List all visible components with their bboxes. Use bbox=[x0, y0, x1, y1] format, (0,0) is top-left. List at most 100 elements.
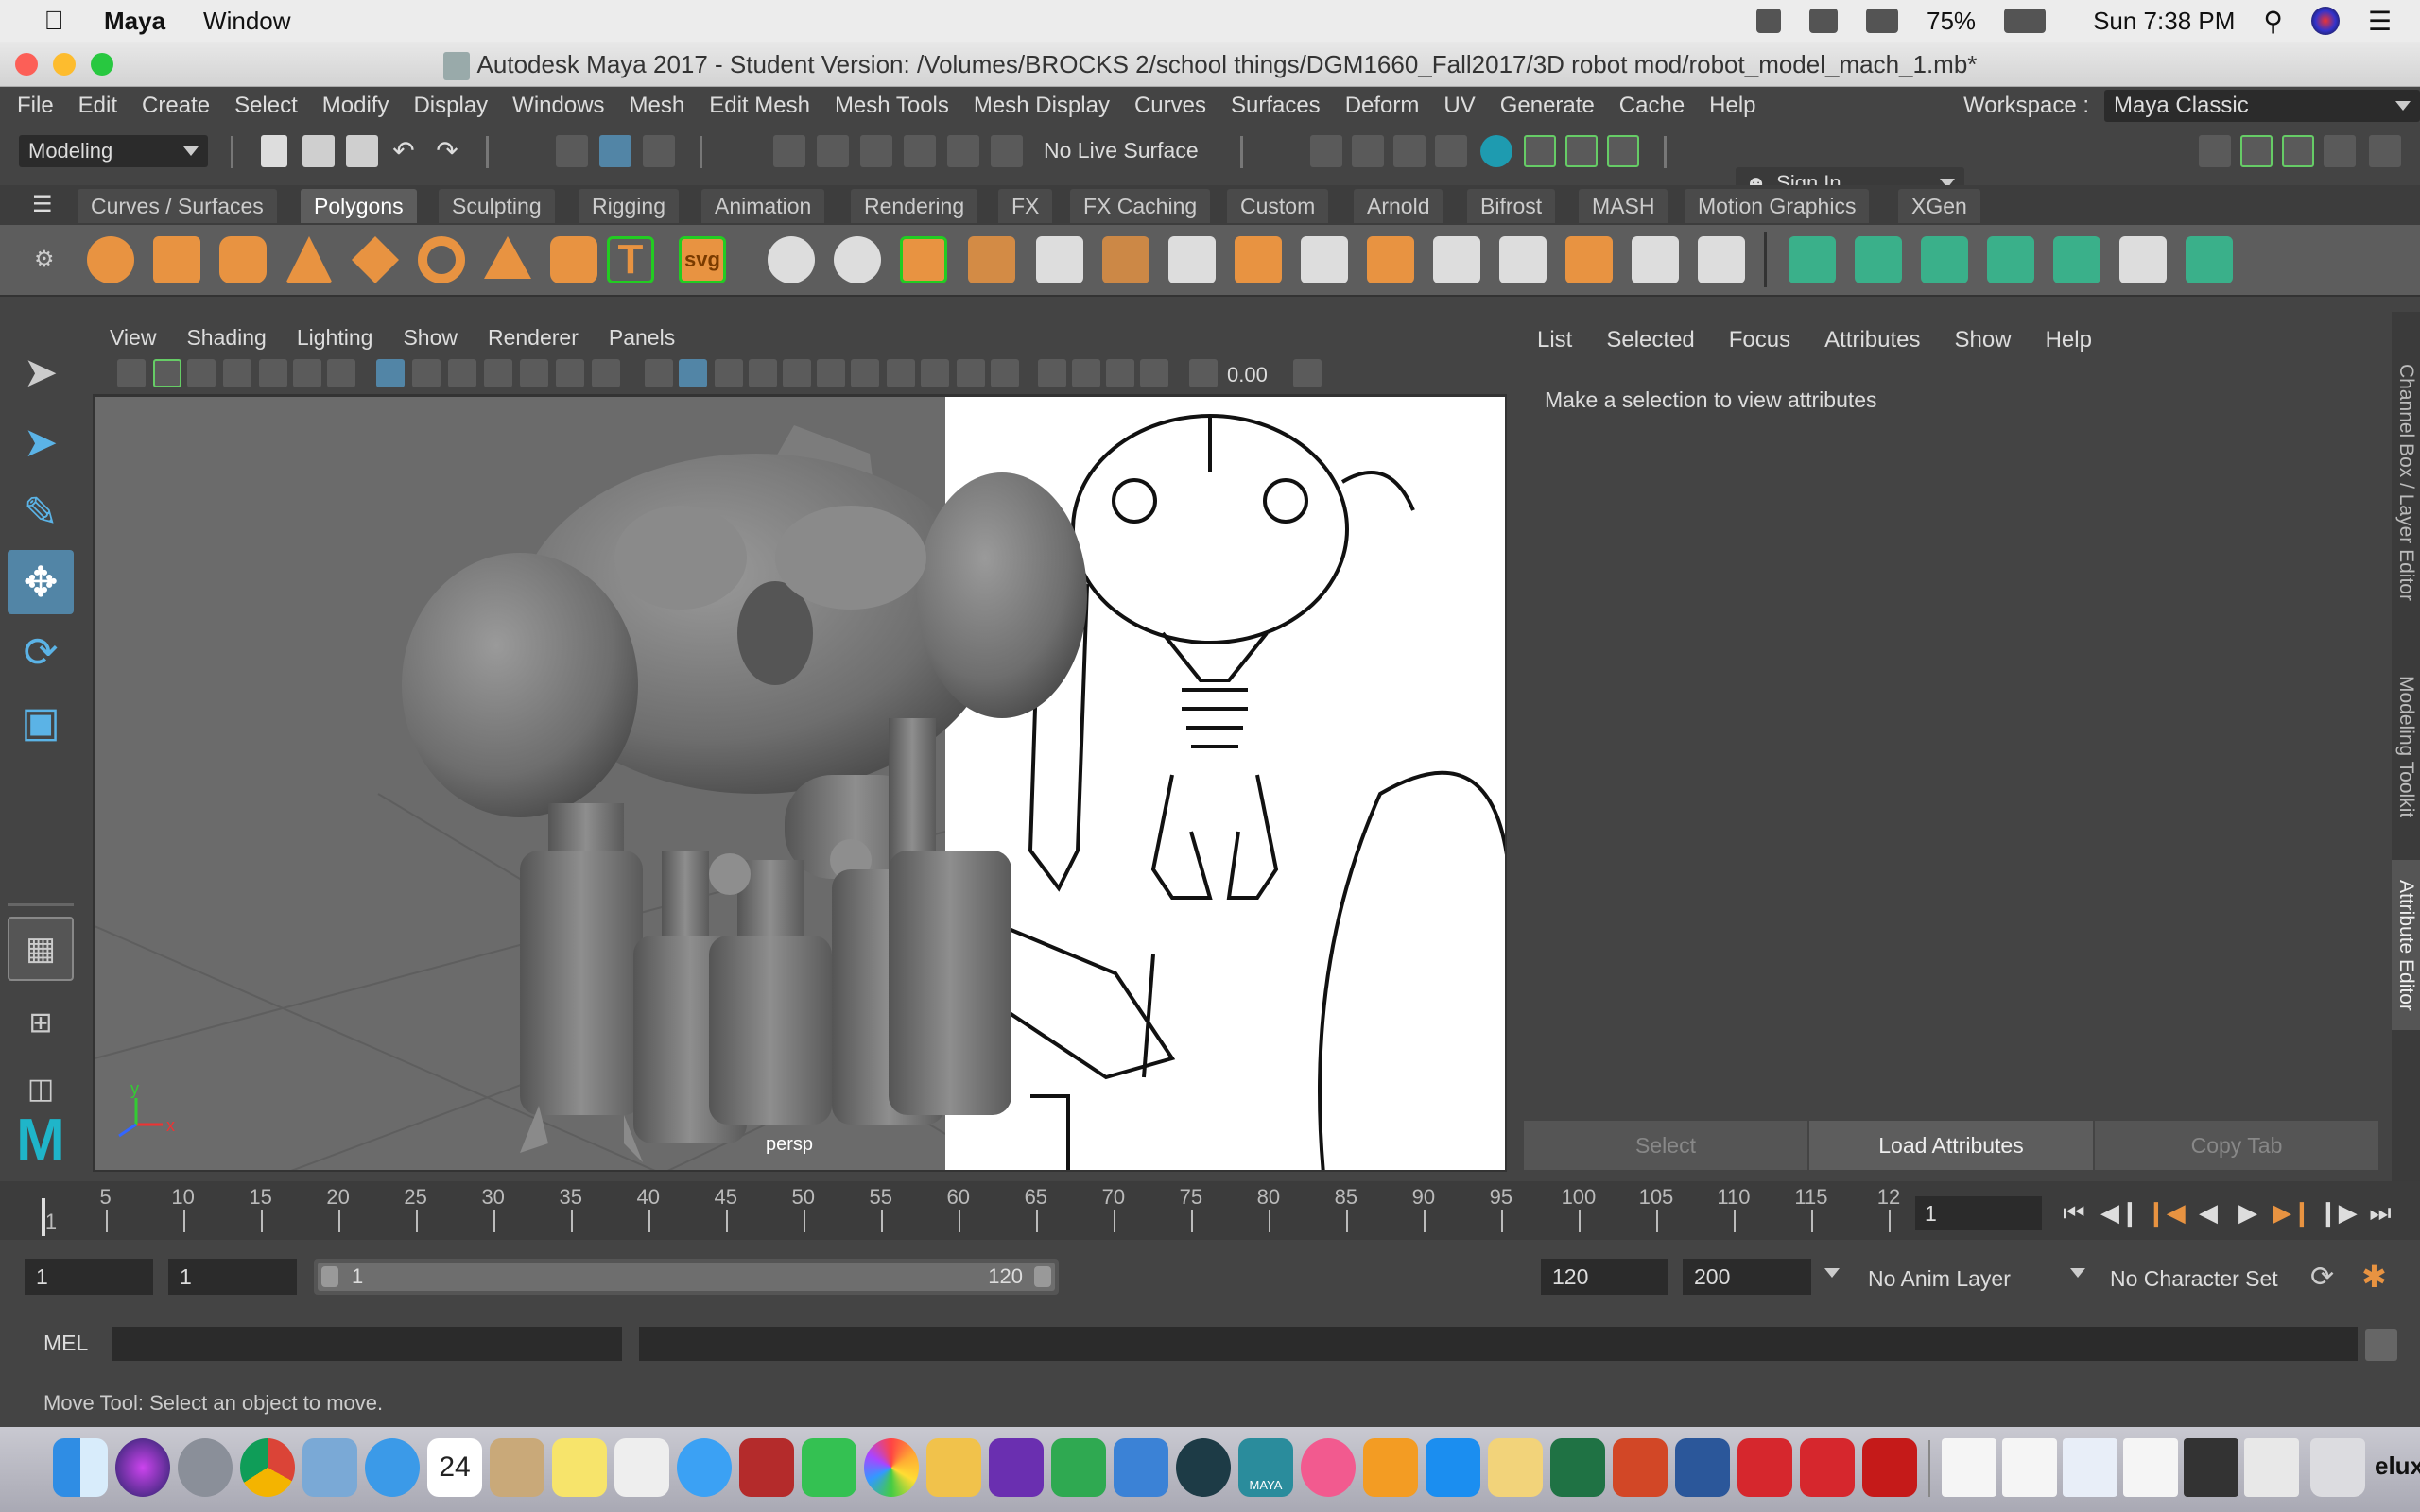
bookmark-icon[interactable] bbox=[223, 359, 251, 387]
poly-cylinder-icon[interactable] bbox=[219, 236, 267, 284]
select-camera-icon[interactable] bbox=[117, 359, 146, 387]
app-store-icon[interactable] bbox=[1426, 1438, 1480, 1497]
current-frame-field[interactable]: 1 bbox=[1915, 1196, 2042, 1230]
render-settings-icon[interactable] bbox=[1435, 135, 1467, 167]
snap-curve-icon[interactable] bbox=[817, 135, 849, 167]
play-forwards-icon[interactable]: ▶ bbox=[2231, 1196, 2265, 1228]
excel-icon[interactable] bbox=[1550, 1438, 1605, 1497]
ae-menu-list[interactable]: List bbox=[1537, 327, 1572, 353]
imovie-icon[interactable] bbox=[989, 1438, 1044, 1497]
append-icon[interactable] bbox=[1235, 236, 1282, 284]
reminders-icon[interactable] bbox=[614, 1438, 669, 1497]
new-scene-icon[interactable] bbox=[261, 135, 287, 167]
multi-cut-icon[interactable] bbox=[1367, 236, 1414, 284]
airplay-icon[interactable] bbox=[1866, 9, 1899, 33]
time-slider[interactable]: 1 5 10 15 20 25 30 35 40 45 50 55 60 65 70 75 80 85 90 95 10… bbox=[0, 1181, 2420, 1240]
poly-pipe-icon[interactable] bbox=[550, 236, 597, 284]
tab-rendering[interactable]: Rendering bbox=[851, 189, 978, 223]
viewport-menu-renderer[interactable]: Renderer bbox=[488, 325, 579, 351]
anim-layer-dropdown[interactable]: No Anim Layer bbox=[1868, 1266, 2011, 1292]
tab-rigging[interactable]: Rigging bbox=[579, 189, 679, 223]
tab-fx[interactable]: FX bbox=[998, 189, 1053, 223]
photo-booth-icon[interactable] bbox=[739, 1438, 794, 1497]
select-button[interactable]: Select bbox=[1524, 1121, 1809, 1170]
range-slider-bar[interactable]: 1 120 bbox=[314, 1259, 1059, 1295]
tab-sculpting[interactable]: Sculpting bbox=[439, 189, 555, 223]
image-plane-icon[interactable] bbox=[259, 359, 287, 387]
resolution-gate-icon[interactable] bbox=[448, 359, 476, 387]
play-backwards-icon[interactable]: ◀ bbox=[2191, 1196, 2225, 1228]
select-tool-icon[interactable]: ➤ bbox=[8, 340, 74, 404]
menu-help[interactable]: Help bbox=[1709, 93, 1755, 119]
gate-mask-icon[interactable] bbox=[484, 359, 512, 387]
ibooks-author-icon[interactable] bbox=[926, 1438, 981, 1497]
offset-edge-loop-icon[interactable] bbox=[1632, 236, 1679, 284]
use-all-lights-icon[interactable] bbox=[817, 359, 845, 387]
toggle-modeling-toolkit-icon[interactable] bbox=[1524, 135, 1556, 167]
screen-space-ao-icon[interactable] bbox=[887, 359, 915, 387]
unfold-uv-icon[interactable] bbox=[2186, 236, 2233, 284]
clock[interactable]: Sun 7:38 PM bbox=[2093, 7, 2235, 36]
snap-grid-icon[interactable] bbox=[773, 135, 805, 167]
menu-edit[interactable]: Edit bbox=[78, 93, 117, 119]
smooth-icon[interactable] bbox=[968, 236, 1015, 284]
exposure-value[interactable]: 0.00 bbox=[1227, 363, 1284, 387]
ipr-render-icon[interactable] bbox=[1393, 135, 1426, 167]
xray-icon[interactable] bbox=[1072, 359, 1100, 387]
move-tool-icon[interactable]: ✥ bbox=[8, 550, 74, 614]
tab-curves-surfaces[interactable]: Curves / Surfaces bbox=[78, 189, 277, 223]
menu-mesh[interactable]: Mesh bbox=[630, 93, 685, 119]
scale-tool-icon[interactable]: ▣ bbox=[8, 690, 74, 754]
auto-key-icon[interactable]: ⟳ bbox=[2310, 1261, 2334, 1294]
menu-generate[interactable]: Generate bbox=[1500, 93, 1595, 119]
range-handle-start[interactable] bbox=[321, 1266, 338, 1287]
tab-animation[interactable]: Animation bbox=[701, 189, 825, 223]
select-components-icon[interactable] bbox=[643, 135, 675, 167]
tab-modeling-toolkit[interactable]: Modeling Toolkit bbox=[2392, 652, 2420, 841]
hypershade-icon[interactable] bbox=[1480, 135, 1512, 167]
minimized-window-4[interactable] bbox=[2123, 1438, 2178, 1497]
viewport-menu-panels[interactable]: Panels bbox=[609, 325, 675, 351]
current-time-indicator[interactable] bbox=[42, 1198, 45, 1236]
select-hierarchy-icon[interactable] bbox=[556, 135, 588, 167]
contacts-icon[interactable] bbox=[490, 1438, 544, 1497]
powerpoint-icon[interactable] bbox=[1613, 1438, 1668, 1497]
undo-icon[interactable]: ↶ bbox=[388, 135, 420, 167]
minimized-window-3[interactable] bbox=[2063, 1438, 2118, 1497]
animation-start-field[interactable]: 1 bbox=[25, 1259, 153, 1295]
wireframe-icon[interactable] bbox=[645, 359, 673, 387]
menu-surfaces[interactable]: Surfaces bbox=[1231, 93, 1321, 119]
tab-motion-graphics[interactable]: Motion Graphics bbox=[1685, 189, 1870, 223]
gitkraken-icon[interactable] bbox=[1176, 1438, 1231, 1497]
window-menu[interactable]: Window bbox=[203, 7, 290, 36]
smooth-shade-icon[interactable] bbox=[679, 359, 707, 387]
menu-mesh-tools[interactable]: Mesh Tools bbox=[835, 93, 949, 119]
render-view-icon[interactable] bbox=[1310, 135, 1342, 167]
cut-uv-icon[interactable] bbox=[2053, 236, 2100, 284]
spotlight-icon[interactable]: ⚲ bbox=[2263, 6, 2283, 37]
tab-attribute-editor[interactable]: Attribute Editor bbox=[2392, 860, 2420, 1030]
tab-fx-caching[interactable]: FX Caching bbox=[1070, 189, 1211, 223]
step-forward-frame-icon[interactable]: ▶❙ bbox=[2273, 1196, 2312, 1228]
single-perspective-layout-icon[interactable]: ▦ bbox=[8, 917, 74, 981]
xray-active-components-icon[interactable] bbox=[1106, 359, 1134, 387]
ibooks-icon[interactable] bbox=[1363, 1438, 1418, 1497]
gamma-icon[interactable] bbox=[1293, 359, 1322, 387]
lock-camera-icon[interactable] bbox=[153, 359, 182, 387]
live-surface-label[interactable]: No Live Surface bbox=[1044, 138, 1199, 163]
notes-icon[interactable] bbox=[552, 1438, 607, 1497]
todoist-icon[interactable] bbox=[1800, 1438, 1855, 1497]
poly-sphere-icon[interactable] bbox=[87, 236, 134, 284]
character-set-chevron-icon[interactable] bbox=[2070, 1268, 2085, 1278]
siri-icon[interactable] bbox=[115, 1438, 170, 1497]
menu-curves[interactable]: Curves bbox=[1134, 93, 1206, 119]
ae-menu-attributes[interactable]: Attributes bbox=[1824, 327, 1920, 353]
depth-of-field-icon[interactable] bbox=[991, 359, 1019, 387]
isolate-select-icon[interactable] bbox=[1038, 359, 1066, 387]
poly-cone-icon[interactable] bbox=[285, 236, 333, 284]
lasso-tool-icon[interactable]: ➤ bbox=[8, 410, 74, 474]
copy-tab-button[interactable]: Copy Tab bbox=[2095, 1121, 2380, 1170]
fill-hole-icon[interactable] bbox=[1301, 236, 1348, 284]
minimized-window-2[interactable] bbox=[2002, 1438, 2057, 1497]
notification-center-icon[interactable]: ☰ bbox=[2368, 6, 2392, 37]
